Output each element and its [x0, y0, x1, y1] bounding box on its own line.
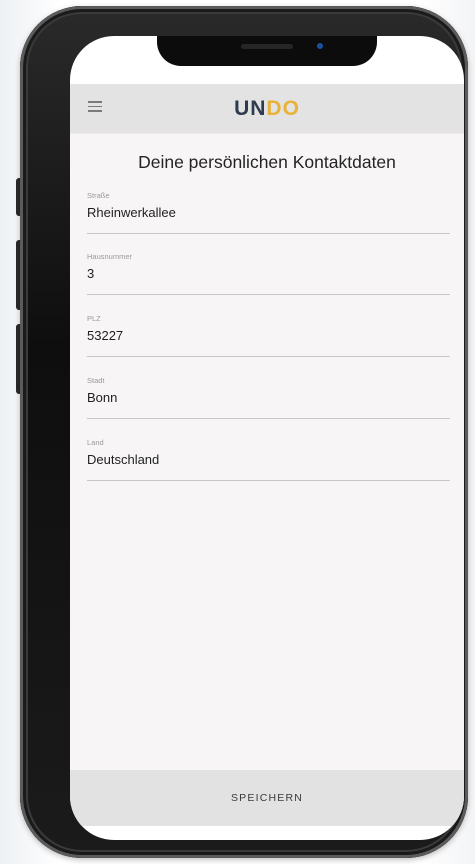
house-number-field[interactable]: Hausnummer 3 [87, 252, 450, 295]
phone-screen: UNDO Deine persönlichen Kontaktdaten Str… [70, 36, 464, 840]
app-bar: UNDO [70, 84, 464, 132]
phone-notch [157, 36, 377, 66]
page-title: Deine persönlichen Kontaktdaten [138, 152, 396, 172]
city-field[interactable]: Stadt Bonn [87, 376, 450, 419]
city-label: Stadt [87, 376, 105, 385]
page-background: UNDO Deine persönlichen Kontaktdaten Str… [0, 0, 475, 864]
country-field[interactable]: Land Deutschland [87, 438, 450, 481]
speaker-grille [241, 44, 293, 49]
app-logo: UNDO [70, 97, 464, 121]
house-number-label: Hausnummer [87, 252, 133, 261]
contact-form-page: Deine persönlichen Kontaktdaten Straße R… [70, 132, 464, 770]
postal-code-input[interactable]: 53227 [87, 328, 450, 343]
save-button[interactable]: SPEICHERN [70, 770, 464, 826]
street-input[interactable]: Rheinwerkallee [87, 205, 450, 220]
phone-frame: UNDO Deine persönlichen Kontaktdaten Str… [20, 6, 468, 858]
front-camera [317, 43, 323, 49]
country-input[interactable]: Deutschland [87, 452, 450, 467]
city-input[interactable]: Bonn [87, 390, 450, 405]
postal-code-label: PLZ [87, 314, 101, 323]
street-label: Straße [87, 191, 110, 200]
logo-text-left: UN [234, 97, 267, 120]
street-field[interactable]: Straße Rheinwerkallee [87, 191, 450, 234]
logo-text-right: DO [266, 97, 300, 120]
house-number-input[interactable]: 3 [87, 266, 450, 281]
country-label: Land [87, 438, 104, 447]
postal-code-field[interactable]: PLZ 53227 [87, 314, 450, 357]
